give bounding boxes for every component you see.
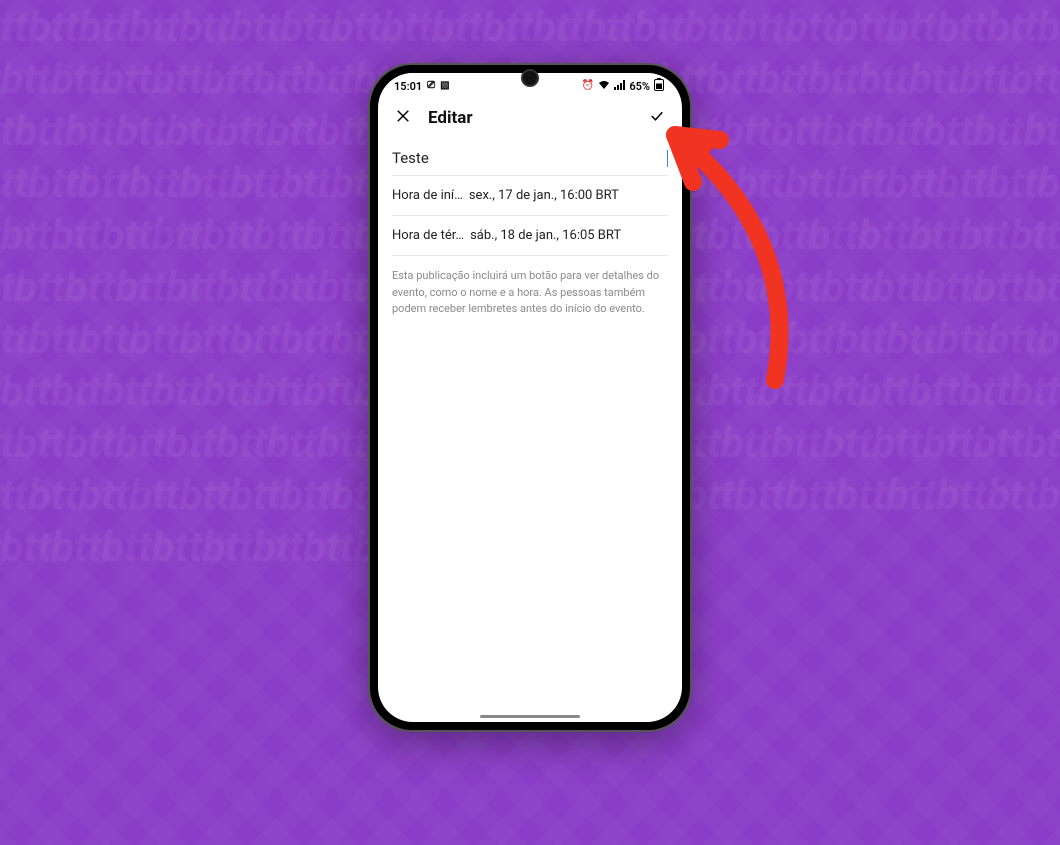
status-bar: 15:01 ⎚ ▧ ⏰ 65% [378, 73, 682, 99]
close-button[interactable] [392, 107, 414, 129]
app-header: Editar [378, 99, 682, 137]
battery-percentage: 65% [629, 80, 650, 93]
text-cursor [667, 150, 668, 167]
content-area: Teste Hora de iní… sex., 17 de jan., 16:… [378, 137, 682, 318]
event-title-input[interactable]: Teste [392, 149, 667, 167]
status-time: 15:01 [394, 80, 422, 93]
wifi-icon [598, 80, 610, 93]
close-icon [394, 107, 412, 129]
end-time-value: sáb., 18 de jan., 16:05 BRT [470, 228, 668, 243]
phone-frame: 15:01 ⎚ ▧ ⏰ 65% [370, 65, 690, 730]
end-time-label: Hora de tér… [392, 228, 464, 243]
alarm-icon: ⏰ [582, 81, 594, 91]
confirm-button[interactable] [646, 107, 668, 129]
check-icon [648, 107, 666, 129]
header-title: Editar [428, 108, 632, 128]
info-text: Esta publicação incluirá um botão para v… [392, 256, 668, 318]
battery-icon [654, 78, 664, 94]
signal-icon [614, 80, 625, 93]
start-time-row[interactable]: Hora de iní… sex., 17 de jan., 16:00 BRT [392, 176, 668, 216]
cast-icon: ⎚ [427, 81, 435, 91]
start-time-label: Hora de iní… [392, 188, 463, 203]
start-time-value: sex., 17 de jan., 16:00 BRT [469, 188, 668, 203]
status-right: ⏰ 65% [582, 78, 664, 94]
status-left: 15:01 ⎚ ▧ [394, 80, 450, 93]
home-indicator[interactable] [480, 715, 580, 718]
event-title-field[interactable]: Teste [392, 149, 668, 176]
image-icon: ▧ [440, 81, 449, 91]
screen: 15:01 ⎚ ▧ ⏰ 65% [378, 73, 682, 722]
end-time-row[interactable]: Hora de tér… sáb., 18 de jan., 16:05 BRT [392, 216, 668, 256]
